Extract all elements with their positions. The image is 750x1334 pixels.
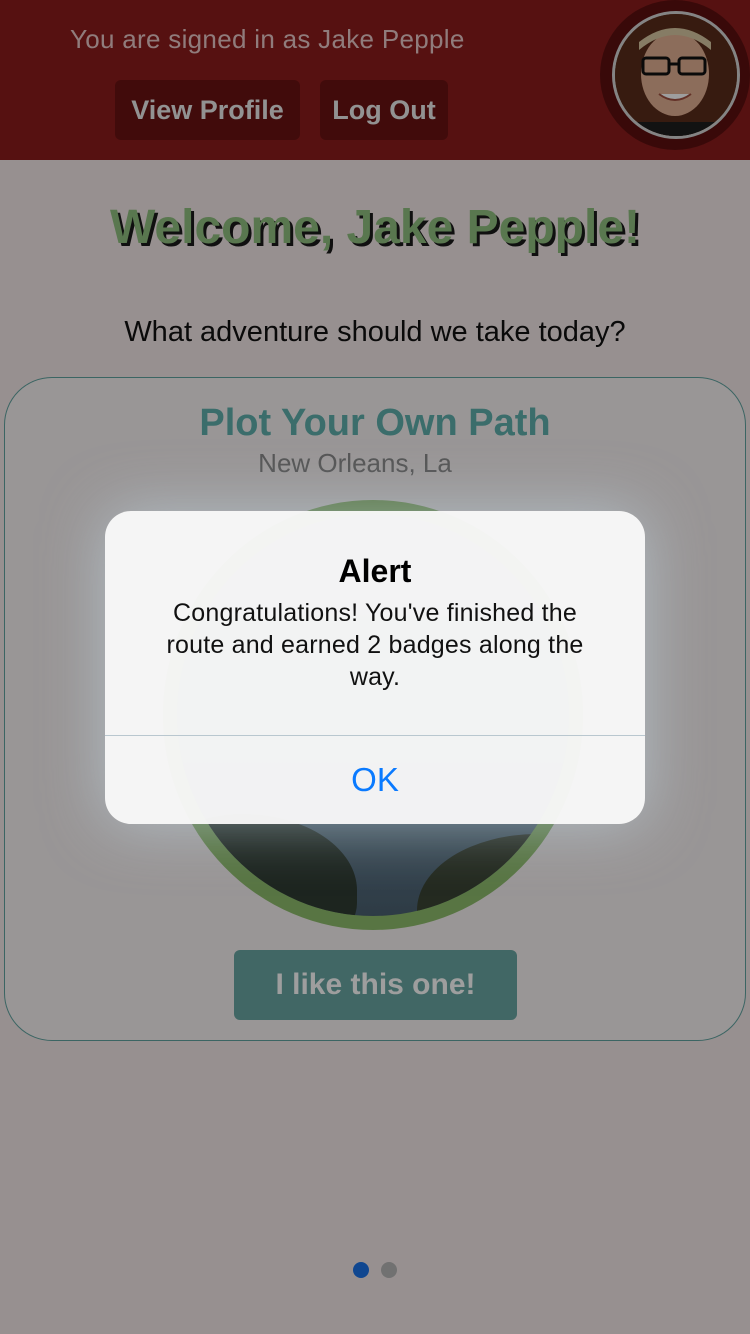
alert-message: Congratulations! You've finished the rou… <box>166 599 584 691</box>
alert-ok-button[interactable]: OK <box>105 736 645 824</box>
alert-title: Alert <box>338 553 412 589</box>
alert-dialog: Alert Congratulations! You've finished t… <box>105 511 645 824</box>
